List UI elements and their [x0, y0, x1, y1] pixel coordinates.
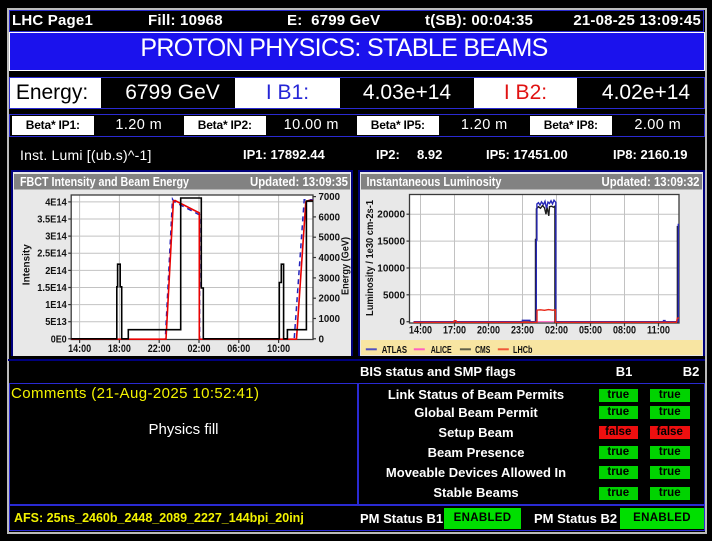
svg-text:2.5E14: 2.5E14 — [37, 249, 67, 260]
svg-text:05:00: 05:00 — [579, 325, 602, 337]
svg-text:Instantaneous Luminosity: Instantaneous Luminosity — [366, 175, 501, 189]
svg-text:Luminosity / 1e30 cm-2s-1: Luminosity / 1e30 cm-2s-1 — [364, 200, 376, 316]
svg-text:ATLAS: ATLAS — [381, 345, 407, 355]
svg-text:5000: 5000 — [383, 290, 405, 301]
svg-text:3.5E14: 3.5E14 — [37, 215, 67, 226]
svg-text:0: 0 — [399, 317, 405, 328]
svg-text:LHCb: LHCb — [513, 345, 532, 355]
svg-text:3E14: 3E14 — [45, 232, 67, 243]
svg-text:2000: 2000 — [319, 294, 341, 305]
svg-text:0E0: 0E0 — [51, 334, 67, 345]
svg-text:6000: 6000 — [319, 212, 341, 223]
svg-text:FBCT Intensity and Beam Energy: FBCT Intensity and Beam Energy — [20, 175, 189, 189]
svg-text:1000: 1000 — [319, 314, 341, 325]
svg-text:1E14: 1E14 — [45, 300, 67, 311]
svg-text:20000: 20000 — [377, 210, 405, 221]
svg-text:5000: 5000 — [319, 233, 341, 244]
svg-text:1.5E14: 1.5E14 — [37, 283, 67, 294]
svg-text:15000: 15000 — [377, 237, 405, 248]
svg-text:20:00: 20:00 — [477, 325, 500, 337]
svg-text:06:00: 06:00 — [227, 343, 250, 355]
svg-text:Updated: 13:09:35: Updated: 13:09:35 — [250, 175, 348, 189]
svg-text:Intensity: Intensity — [21, 244, 33, 285]
svg-text:08:00: 08:00 — [613, 325, 636, 337]
svg-text:CMS: CMS — [475, 345, 490, 355]
svg-text:02:00: 02:00 — [188, 343, 211, 355]
svg-text:3000: 3000 — [319, 273, 341, 284]
svg-text:02:00: 02:00 — [545, 325, 568, 337]
svg-text:17:00: 17:00 — [443, 325, 466, 337]
svg-text:ALICE: ALICE — [430, 345, 451, 355]
svg-text:18:00: 18:00 — [108, 343, 131, 355]
svg-text:4E14: 4E14 — [45, 197, 67, 208]
svg-text:14:00: 14:00 — [68, 343, 91, 355]
svg-text:2E14: 2E14 — [45, 266, 67, 277]
svg-text:Energy (GeV): Energy (GeV) — [340, 237, 352, 295]
svg-text:Updated: 13:09:32: Updated: 13:09:32 — [601, 175, 699, 189]
svg-text:0: 0 — [319, 334, 325, 345]
svg-text:5E13: 5E13 — [45, 317, 67, 328]
svg-text:14:00: 14:00 — [409, 325, 432, 337]
svg-text:11:00: 11:00 — [647, 325, 670, 337]
svg-text:23:00: 23:00 — [511, 325, 534, 337]
svg-text:7000: 7000 — [319, 192, 341, 203]
svg-text:10:00: 10:00 — [267, 343, 290, 355]
svg-text:22:00: 22:00 — [148, 343, 171, 355]
svg-text:10000: 10000 — [377, 264, 405, 275]
svg-text:4000: 4000 — [319, 253, 341, 264]
